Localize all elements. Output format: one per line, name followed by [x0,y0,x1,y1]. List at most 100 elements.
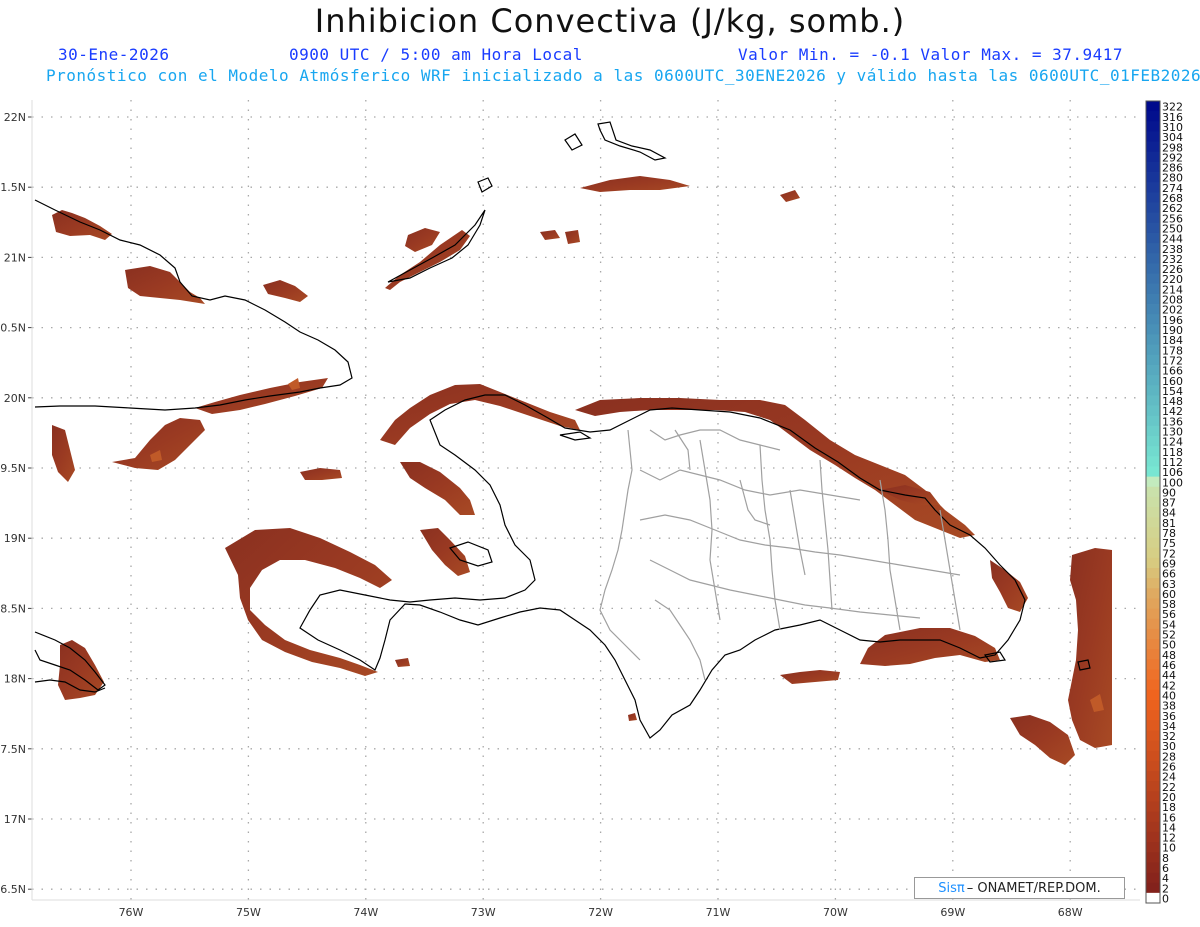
field-small-3 [780,190,800,202]
colorbar-swatch [1146,415,1160,427]
colorbar-swatch [1146,842,1160,853]
field-west-edge [52,425,75,482]
field-dr-east [990,560,1028,612]
lat-label: 21.5N [0,181,26,194]
colorbar-swatch [1146,517,1160,528]
credit-box: Sisπ – ONAMET/REP.DOM. [914,877,1125,899]
colorbar-swatch [1146,557,1160,569]
colorbar-swatch [1146,263,1160,274]
colorbar-swatch [1146,639,1160,650]
colorbar-swatch [1146,679,1160,691]
colorbar-swatch [1146,547,1160,559]
colorbar-swatch [1146,537,1160,549]
colorbar-swatch [1146,101,1160,112]
colorbar-swatch [1146,293,1160,305]
colorbar-swatch [1146,811,1160,823]
colorbar-swatch [1146,172,1160,183]
colorbar-swatch [1146,141,1160,153]
colorbar-swatch [1146,476,1160,488]
colorbar-swatch [1146,527,1160,538]
colorbar-swatch [1146,567,1160,579]
colorbar-swatch [1146,375,1160,386]
colorbar-swatch [1146,588,1160,599]
lon-label: 74W [353,906,378,919]
lon-label: 73W [471,906,496,919]
lat-label: 21N [4,251,26,264]
latitude-labels: 22N 21.5N 21N 20.5N 20N 19.5N 19N 18.5N 18N 17.5N… [0,111,26,896]
colorbar-swatch [1146,598,1160,609]
colorbar-label: 0 [1162,893,1169,906]
acklins-coast [387,209,486,283]
field-small-2 [565,230,580,244]
caicos-coast [564,133,583,151]
colorbar-swatch [1146,669,1160,681]
colorbar-swatch [1146,892,1160,904]
lat-label: 19.5N [0,462,26,475]
colorbar-swatch [1146,730,1160,741]
colorbar-swatch [1146,425,1160,437]
colorbar-swatch [1146,659,1160,670]
colorbar-swatch [1146,649,1160,660]
lat-label: 18.5N [0,602,26,615]
colorbar-swatch [1146,304,1160,315]
lat-label: 20.5N [0,322,26,335]
credit-text: – ONAMET/REP.DOM. [966,880,1101,896]
colorbar-swatch [1146,760,1160,772]
colorbar-swatch [1146,628,1160,640]
colorbar-swatch [1146,446,1160,457]
colorbar-swatch [1146,466,1160,478]
colorbar-swatch [1146,222,1160,234]
field-small-4 [628,713,637,721]
colorbar-swatch [1146,314,1160,325]
colorbar-swatch [1146,872,1160,884]
colorbar-swatch [1146,405,1160,417]
field-small-5 [395,658,410,667]
colorbar-swatch [1146,131,1160,143]
field-bahamas-inagua [125,266,205,304]
colorbar-swatch [1146,618,1160,630]
lat-label: 16.5N [0,883,26,896]
colorbar-swatch [1146,243,1160,254]
colorbar-swatch [1146,831,1160,843]
colorbar-swatch [1146,699,1160,711]
colorbar-swatch [1146,821,1160,833]
colorbar-swatch [1146,750,1160,762]
colorbar-swatch [1146,364,1160,376]
field-cuba-south [112,418,205,470]
field-gonave-north [400,462,475,515]
colorbar-swatch [1146,192,1160,203]
tortuga-coast [559,431,592,441]
colorbar-swatch [1146,882,1160,894]
colorbar-swatch [1146,212,1160,224]
colorbar-swatch [1146,456,1160,467]
field-mona-channel [1010,715,1075,765]
field-dr-southeast [860,628,1000,666]
field-south-dr [780,670,840,684]
sis-logo-text: Sisπ [938,880,965,896]
colorbar-swatch [1146,507,1160,518]
colorbar-swatch [1146,385,1160,396]
field-haiti-southwest [225,528,392,676]
colorbar-swatch [1146,182,1160,193]
longitude-labels: 76W 75W 74W 73W 72W 71W 70W 69W 68W [119,906,1083,919]
colorbar-swatch [1146,202,1160,214]
lat-label: 17N [4,813,26,826]
colorbar-swatch [1146,608,1160,620]
field-cuba-coast [195,378,328,414]
colorbar-swatch [1146,253,1160,264]
field-north-bank [580,176,690,192]
field-small-1 [540,230,560,240]
field-puerto-rico-west [1068,548,1112,748]
lat-label: 17.5N [0,743,26,756]
lon-label: 68W [1058,906,1083,919]
colorbar-swatch [1146,710,1160,721]
colorbar-swatch [1146,111,1160,122]
colorbar-swatch [1146,791,1160,802]
colorbar-swatch [1146,578,1160,589]
colorbar-swatch [1146,496,1160,508]
lat-label: 19N [4,532,26,545]
colorbar-swatch [1146,121,1160,132]
colorbar-swatch [1146,324,1160,335]
colorbar-swatch [1146,862,1160,873]
lon-label: 75W [236,906,261,919]
